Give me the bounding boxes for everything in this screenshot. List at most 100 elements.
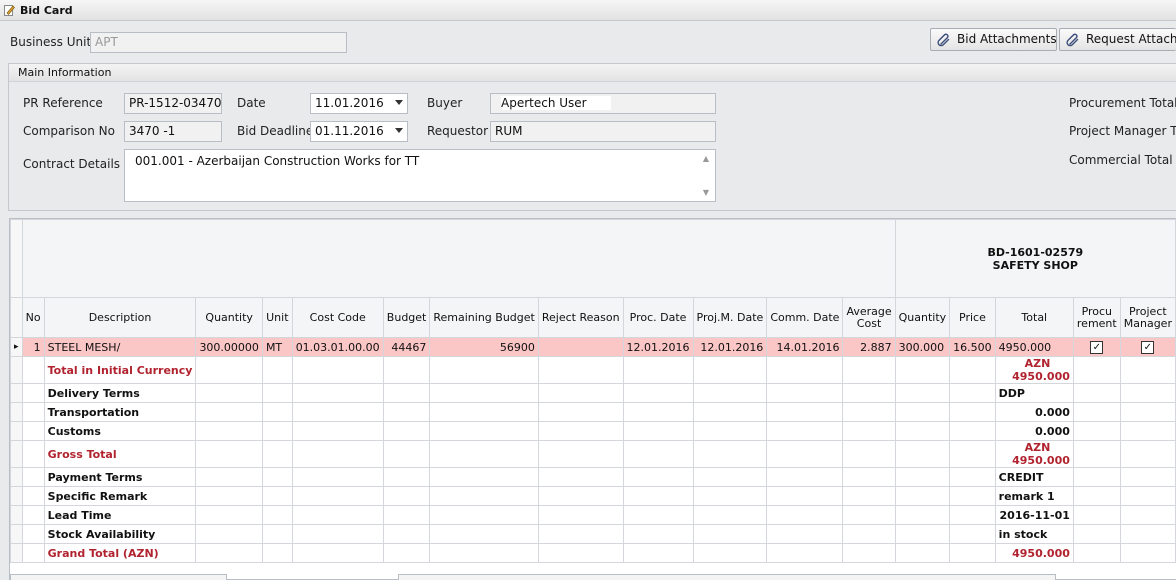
col-header-projm-date[interactable]: Proj.M. Date [692, 297, 768, 338]
band-spacer [21, 219, 896, 298]
cell-proc-date[interactable]: 12.01.2016 [622, 337, 694, 357]
cell-no[interactable]: 1 [21, 337, 45, 357]
summary-value-cell[interactable]: 0.000 [994, 421, 1074, 441]
summary-empty-cell [766, 440, 844, 468]
summary-value-cell[interactable]: 2016-11-01 [994, 505, 1074, 525]
summary-label: Grand Total (AZN) [43, 543, 197, 563]
summary-row[interactable]: Gross Total AZN 4950.000 [10, 440, 1176, 468]
summary-value-cell[interactable]: in stock [994, 524, 1074, 544]
summary-empty-cell [766, 402, 844, 422]
business-unit-field[interactable]: APT [90, 32, 347, 53]
chevron-down-icon[interactable] [395, 128, 403, 133]
summary-empty-cell [894, 383, 951, 403]
col-header-unit[interactable]: Unit [261, 297, 293, 338]
cell-unit[interactable]: MT [261, 337, 293, 357]
col-header-procurement[interactable]: Procu rement [1072, 297, 1121, 338]
col-header-remaining-budget[interactable]: Remaining Budget [429, 297, 539, 338]
summary-empty-cell [537, 402, 624, 422]
contract-details-memo[interactable]: 001.001 - Azerbaijan Construction Works … [124, 149, 716, 202]
horizontal-scrollbar-right[interactable] [398, 574, 1056, 580]
table-row[interactable]: ▸ 1 STEEL MESH/ 300.00000 MT 01.03.01.00… [10, 337, 1176, 357]
summary-value-cell[interactable]: DDP [994, 383, 1074, 403]
cell-average-cost[interactable]: 2.887 [842, 337, 896, 357]
col-header-vendor-quantity[interactable]: Quantity [894, 297, 951, 338]
contract-details-label: Contract Details [23, 157, 121, 171]
procurement-checkbox[interactable]: ✓ [1090, 341, 1104, 354]
horizontal-scrollbar-left[interactable] [10, 574, 227, 580]
pr-reference-field[interactable]: PR-1512-03470 [124, 93, 222, 114]
col-header-quantity[interactable]: Quantity [195, 297, 263, 338]
col-header-budget[interactable]: Budget [382, 297, 431, 338]
buyer-label: Buyer [427, 96, 463, 110]
summary-row[interactable]: Transportation 0.000 [10, 402, 1176, 422]
cell-comm-date[interactable]: 14.01.2016 [766, 337, 844, 357]
bid-attachments-button[interactable]: Bid Attachments [930, 28, 1057, 51]
cell-vendor-quantity[interactable]: 300.000 [894, 337, 951, 357]
project-manager-checkbox[interactable]: ✓ [1141, 341, 1155, 354]
summary-row[interactable]: Stock Availability in stock [10, 524, 1176, 544]
summary-currency: AZN [1024, 441, 1051, 455]
cell-procurement[interactable]: ✓ [1072, 337, 1121, 357]
date-picker[interactable]: 11.01.2016 [310, 93, 408, 114]
col-header-description[interactable]: Description [43, 297, 197, 338]
col-header-cost-code[interactable]: Cost Code [291, 297, 384, 338]
scroll-down-icon[interactable]: ▼ [703, 188, 709, 197]
summary-value-cell[interactable]: AZN 4950.000 [994, 356, 1074, 384]
summary-row[interactable]: Specific Remark remark 1 [10, 486, 1176, 506]
summary-row[interactable]: Delivery Terms DDP [10, 383, 1176, 403]
summary-value-cell[interactable]: 0.000 [994, 402, 1074, 422]
cell-budget[interactable]: 44467 [382, 337, 431, 357]
col-header-no[interactable]: No [21, 297, 45, 338]
summary-value: 0.000 [1035, 405, 1070, 419]
summary-row[interactable]: Customs 0.000 [10, 421, 1176, 441]
comparison-no-field[interactable]: 3470 -1 [124, 121, 222, 142]
col-header-reject-reason[interactable]: Reject Reason [537, 297, 624, 338]
col-header-vendor-total[interactable]: Total [994, 297, 1074, 338]
summary-empty-cell [195, 467, 263, 487]
column-header-row: No Description Quantity Unit Cost Code B… [10, 297, 1176, 338]
summary-empty-cell [949, 421, 996, 441]
summary-empty-cell [949, 402, 996, 422]
summary-empty-cell [692, 421, 768, 441]
col-header-project-manager[interactable]: Project Manager [1119, 297, 1176, 338]
col-header-proc-date[interactable]: Proc. Date [622, 297, 694, 338]
row-indicator [10, 543, 23, 563]
summary-value-cell[interactable]: remark 1 [994, 486, 1074, 506]
summary-empty-cell [1119, 421, 1176, 441]
col-header-comm-date[interactable]: Comm. Date [766, 297, 844, 338]
request-attachments-button[interactable]: Request Attachm [1059, 28, 1176, 51]
summary-value-cell[interactable]: 4950.000 [994, 543, 1074, 563]
cell-vendor-total[interactable]: 4950.000 [994, 337, 1074, 357]
summary-empty-cell [766, 524, 844, 544]
summary-row[interactable]: Payment Terms CREDIT [10, 467, 1176, 487]
summary-label: Total in Initial Currency [43, 356, 197, 384]
cell-vendor-price[interactable]: 16.500 [949, 337, 996, 357]
row-indicator-icon: ▸ [10, 337, 23, 357]
chevron-down-icon[interactable] [395, 100, 403, 105]
cell-reject-reason[interactable] [537, 337, 624, 357]
cell-description[interactable]: STEEL MESH/ [43, 337, 197, 357]
summary-value-cell[interactable]: AZN 4950.000 [994, 440, 1074, 468]
summary-empty-cell [1119, 356, 1176, 384]
summary-empty-cell [622, 524, 694, 544]
col-header-average-cost[interactable]: Average Cost [842, 297, 896, 338]
summary-empty-cell [766, 505, 844, 525]
summary-row[interactable]: Total in Initial Currency AZN 4950.000 [10, 356, 1176, 384]
cell-projm-date[interactable]: 12.01.2016 [692, 337, 768, 357]
summary-empty-cell [842, 524, 896, 544]
summary-row[interactable]: Grand Total (AZN) 4950.000 [10, 543, 1176, 563]
col-header-vendor-price[interactable]: Price [949, 297, 996, 338]
cell-remaining-budget[interactable]: 56900 [429, 337, 539, 357]
bid-deadline-picker[interactable]: 01.11.2016 [310, 121, 408, 142]
cell-quantity[interactable]: 300.00000 [195, 337, 263, 357]
requestor-field[interactable]: RUM [490, 121, 716, 142]
summary-empty-cell [1072, 486, 1121, 506]
summary-value-cell[interactable]: CREDIT [994, 467, 1074, 487]
cell-cost-code[interactable]: 01.03.01.00.00 [291, 337, 384, 357]
summary-row[interactable]: Lead Time 2016-11-01 [10, 505, 1176, 525]
scroll-up-icon[interactable]: ▲ [703, 154, 709, 163]
buyer-field[interactable]: Apertech User [490, 93, 716, 114]
summary-label: Transportation [43, 402, 197, 422]
cell-project-manager[interactable]: ✓ [1119, 337, 1176, 357]
request-attachments-label: Request Attachm [1086, 32, 1176, 46]
